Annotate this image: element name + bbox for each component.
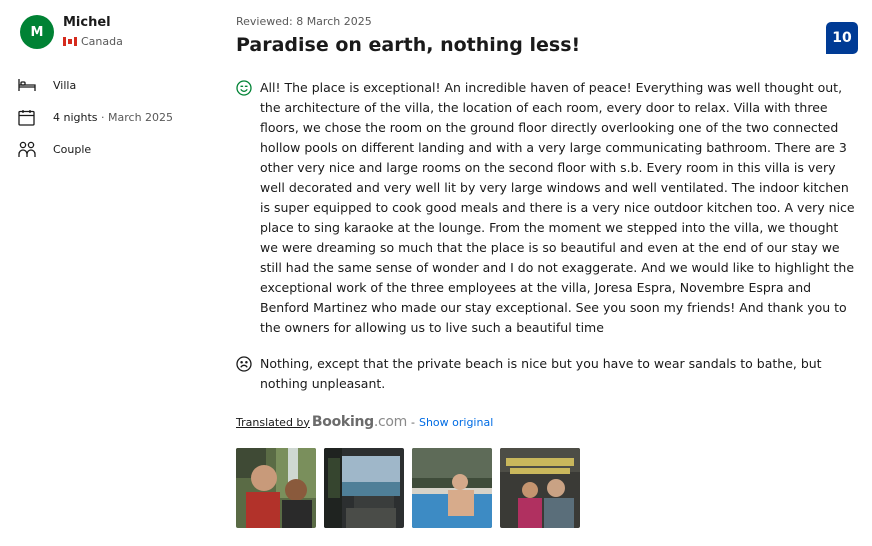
- review-header: Reviewed: 8 March 2025 Paradise on earth…: [236, 14, 860, 57]
- avatar: M: [20, 15, 54, 49]
- review-photos: [236, 448, 588, 528]
- reviewer-country: Canada: [63, 35, 123, 48]
- positive-review-text: All! The place is exceptional! An incred…: [260, 80, 855, 335]
- photo-selfie-waterfall[interactable]: [236, 448, 316, 528]
- bed-icon: [18, 75, 40, 95]
- couple-icon: [18, 139, 40, 159]
- booking-logo: Booking.com: [311, 414, 407, 430]
- stay-date-label: · March 2025: [97, 110, 174, 124]
- calendar-icon: [18, 107, 40, 127]
- stay-details: Villa 4 nights · March 2025 Couple: [18, 69, 218, 165]
- photo-sea-view-terrace[interactable]: [324, 448, 404, 528]
- review-title: Paradise on earth, nothing less!: [236, 34, 581, 56]
- translated-by-label: Translated by: [236, 415, 310, 429]
- negative-review-text: Nothing, except that the private beach i…: [260, 356, 822, 391]
- smiley-sad-icon: [236, 354, 260, 394]
- stay-length-row: 4 nights · March 2025: [18, 101, 218, 133]
- canada-flag-icon: [63, 37, 77, 46]
- room-type-label: Villa: [53, 78, 77, 92]
- show-original-link[interactable]: Show original: [419, 416, 493, 429]
- smiley-happy-icon: [236, 78, 260, 338]
- positive-review: All! The place is exceptional! An incred…: [236, 78, 860, 338]
- traveler-type-row: Couple: [18, 133, 218, 165]
- reviewed-date: Reviewed: 8 March 2025: [236, 15, 372, 28]
- reviewer-name: Michel: [63, 15, 111, 30]
- photo-villa-sign-couple[interactable]: [500, 448, 580, 528]
- translation-bar: Translated by Booking.com - Show origina…: [236, 414, 493, 430]
- room-type-row: Villa: [18, 69, 218, 101]
- traveler-type-label: Couple: [53, 142, 92, 156]
- reviewer-panel: M Michel Canada Villa 4 nights · March 2…: [18, 14, 218, 165]
- separator: -: [410, 415, 415, 429]
- negative-review: Nothing, except that the private beach i…: [236, 354, 860, 394]
- country-label: Canada: [81, 35, 123, 48]
- review-score-badge: 10: [826, 22, 858, 54]
- photo-pool-swimmer[interactable]: [412, 448, 492, 528]
- stay-length-label: 4 nights · March 2025: [53, 111, 173, 124]
- nights-label: 4 nights: [53, 110, 98, 124]
- reviewer-info: M Michel Canada: [18, 14, 218, 49]
